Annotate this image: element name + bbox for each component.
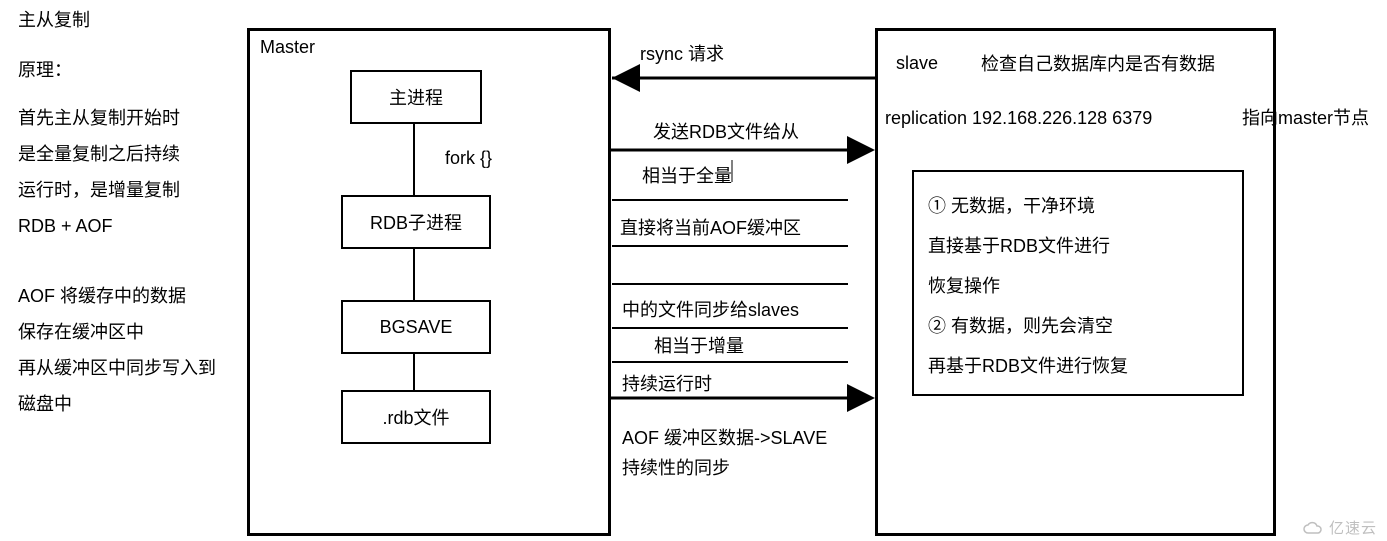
slave-inner-l3: 恢复操作 <box>928 266 1128 306</box>
arrow-rsync-label: rsync 请求 <box>640 44 724 66</box>
slave-label: slave <box>896 53 938 74</box>
slave-inner-l5: 再基于RDB文件进行恢复 <box>928 346 1128 386</box>
left-para1-l4: RDB + AOF <box>18 208 180 244</box>
slave-replication: replication 192.168.226.128 6379 <box>885 108 1152 130</box>
arrow-increq-label: 相当于增量 <box>654 336 744 358</box>
left-para2-l4: 磁盘中 <box>18 386 216 422</box>
arrow-syncslaves-label: 中的文件同步给slaves <box>622 300 799 322</box>
principle-label: 原理： <box>18 60 72 82</box>
arrow-aofbuf-label: 直接将当前AOF缓冲区 <box>620 218 801 240</box>
slave-point-master: 指向master节点 <box>1242 108 1369 130</box>
arrow-aoftoslave-l2: 持续性的同步 <box>622 458 730 480</box>
master-label: Master <box>260 37 315 58</box>
cloud-icon <box>1301 520 1325 536</box>
slave-inner-box: ① 无数据，干净环境 直接基于RDB文件进行 恢复操作 ② 有数据，则先会清空 … <box>912 170 1244 396</box>
slave-inner-l1: ① 无数据，干净环境 <box>928 186 1128 226</box>
arrow-keeprun-label: 持续运行时 <box>622 374 712 396</box>
slave-inner-l4: ② 有数据，则先会清空 <box>928 306 1128 346</box>
slave-inner-l2: 直接基于RDB文件进行 <box>928 226 1128 266</box>
diagram-canvas: 主从复制 原理： 首先主从复制开始时 是全量复制之后持续 运行时，是增量复制 R… <box>0 0 1387 541</box>
left-para2-l1: AOF 将缓存中的数据 <box>18 278 216 314</box>
fork-label: fork {} <box>445 148 492 170</box>
left-para1: 首先主从复制开始时 是全量复制之后持续 运行时，是增量复制 RDB + AOF <box>18 100 180 244</box>
left-para2-l3: 再从缓冲区中同步写入到 <box>18 350 216 386</box>
arrow-sendrdb-label: 发送RDB文件给从 <box>653 122 799 144</box>
rdbfile-box: .rdb文件 <box>341 390 491 444</box>
left-para2: AOF 将缓存中的数据 保存在缓冲区中 再从缓冲区中同步写入到 磁盘中 <box>18 278 216 422</box>
left-para2-l2: 保存在缓冲区中 <box>18 314 216 350</box>
slave-check: 检查自己数据库内是否有数据 <box>981 54 1215 76</box>
rdb-child-box: RDB子进程 <box>341 195 491 249</box>
bgsave-box: BGSAVE <box>341 300 491 354</box>
title: 主从复制 <box>18 10 90 32</box>
left-para1-l1: 首先主从复制开始时 <box>18 100 180 136</box>
left-para1-l3: 运行时，是增量复制 <box>18 172 180 208</box>
watermark: 亿速云 <box>1301 517 1377 538</box>
arrow-aoftoslave-l1: AOF 缓冲区数据->SLAVE <box>622 428 827 450</box>
main-process-box: 主进程 <box>350 70 482 124</box>
left-para1-l2: 是全量复制之后持续 <box>18 136 180 172</box>
watermark-text: 亿速云 <box>1329 517 1377 538</box>
arrow-fulleq-label: 相当于全量 <box>642 166 732 188</box>
